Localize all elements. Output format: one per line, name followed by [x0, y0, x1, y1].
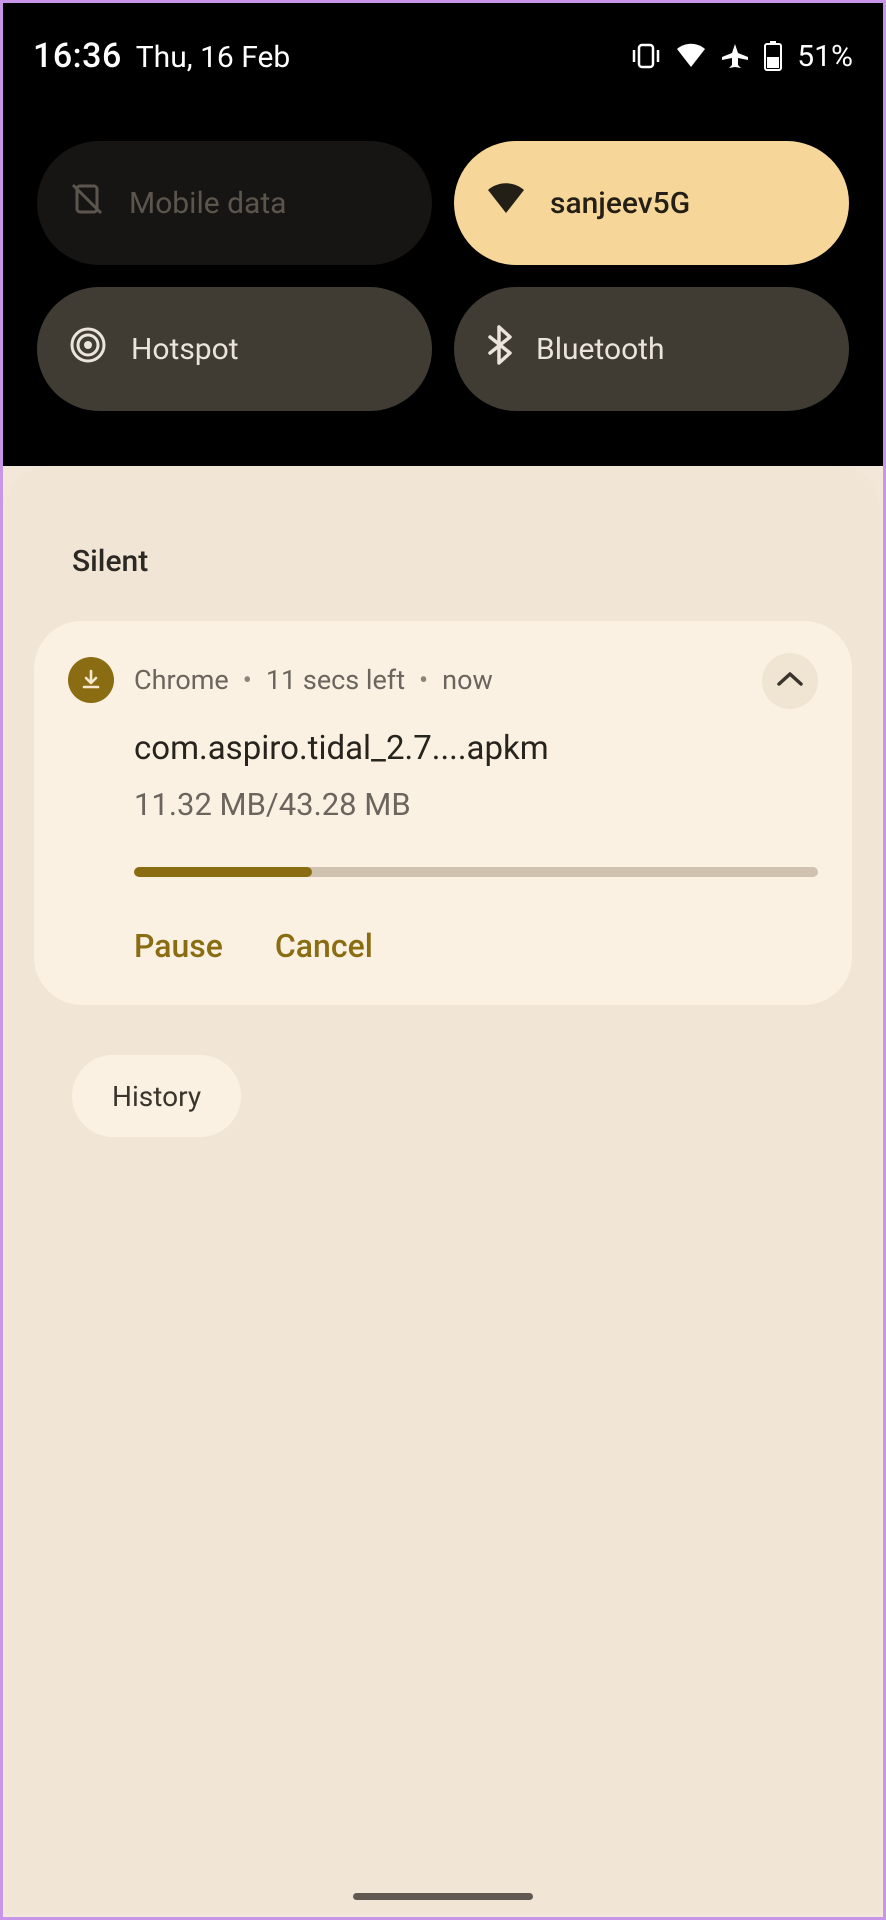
notification-panel: Silent Chrome • 11 secs left • now com.a… [6, 466, 880, 1914]
tile-label: sanjeev5G [550, 186, 690, 221]
notification-time-left: 11 secs left [266, 664, 405, 696]
wifi-icon [486, 183, 526, 223]
history-chip[interactable]: History [72, 1055, 241, 1137]
status-bar: 16:36 Thu, 16 Feb 51% [3, 31, 883, 81]
status-date: Thu, 16 Feb [136, 40, 291, 75]
airplane-icon [721, 42, 749, 70]
section-label-silent: Silent [6, 466, 880, 579]
tile-bluetooth[interactable]: Bluetooth [454, 287, 849, 411]
separator-dot: • [419, 664, 428, 696]
notification-title: com.aspiro.tidal_2.7....apkm [134, 729, 818, 768]
tile-label: Bluetooth [536, 332, 665, 367]
pause-button[interactable]: Pause [134, 927, 223, 965]
cancel-button[interactable]: Cancel [275, 927, 373, 965]
wifi-icon [675, 43, 707, 69]
tile-label: Mobile data [129, 186, 286, 221]
separator-dot: • [243, 664, 252, 696]
hotspot-icon [69, 326, 107, 372]
chevron-up-icon [776, 670, 804, 692]
bluetooth-icon [486, 325, 512, 373]
progress-bar [134, 867, 818, 877]
vibrate-icon [631, 43, 661, 69]
collapse-button[interactable] [762, 653, 818, 709]
notification-card[interactable]: Chrome • 11 secs left • now com.aspiro.t… [34, 621, 852, 1005]
tile-mobile-data[interactable]: Mobile data [37, 141, 432, 265]
navigation-handle[interactable] [353, 1893, 533, 1900]
no-sim-icon [69, 181, 105, 225]
download-icon [68, 657, 114, 703]
quick-settings-panel: 16:36 Thu, 16 Feb 51% Mobile data [3, 3, 883, 466]
tile-hotspot[interactable]: Hotspot [37, 287, 432, 411]
notification-app-name: Chrome [134, 664, 229, 696]
status-time: 16:36 [33, 36, 122, 76]
battery-icon [763, 41, 783, 71]
tile-label: Hotspot [131, 332, 239, 367]
notification-when: now [442, 664, 493, 696]
progress-bar-fill [134, 867, 312, 877]
tile-wifi[interactable]: sanjeev5G [454, 141, 849, 265]
notification-progress-text: 11.32 MB/43.28 MB [134, 786, 818, 823]
battery-percentage: 51% [797, 39, 853, 74]
